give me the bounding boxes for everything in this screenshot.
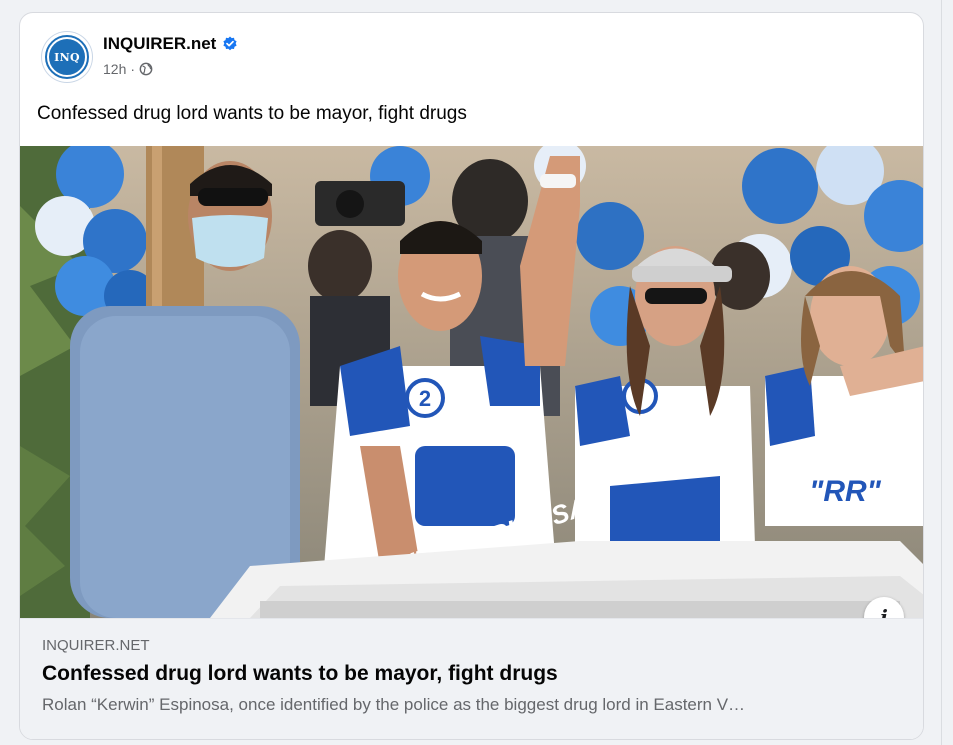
jersey-number: 2 xyxy=(419,386,431,411)
page-name-row: INQUIRER.net xyxy=(103,34,238,54)
meta-separator: · xyxy=(130,61,136,77)
link-preview[interactable]: INQUIRER.NET Confessed drug lord wants t… xyxy=(20,618,923,739)
page-avatar[interactable]: INQ xyxy=(42,32,92,82)
jersey-text-right: "RR" xyxy=(809,475,882,508)
verified-badge-icon xyxy=(223,36,237,51)
post-message: Confessed drug lord wants to be mayor, f… xyxy=(37,103,467,124)
post-card: INQ INQUIRER.net 12h · Confessed drug lo… xyxy=(19,12,924,740)
link-domain: INQUIRER.NET xyxy=(42,637,150,654)
campaign-photo-illustration: 2 "KERWIN" ESPINOSA "RR" xyxy=(20,146,923,618)
link-description: Rolan “Kerwin” Espinosa, once identified… xyxy=(42,695,746,714)
page-name-link[interactable]: INQUIRER.net xyxy=(103,34,216,54)
post-header: INQ INQUIRER.net 12h · xyxy=(20,13,923,89)
scrollbar-track[interactable] xyxy=(941,0,953,745)
avatar-logo-text: INQ xyxy=(47,37,87,77)
link-title[interactable]: Confessed drug lord wants to be mayor, f… xyxy=(42,662,558,686)
globe-icon[interactable] xyxy=(139,62,153,76)
post-timestamp[interactable]: 12h xyxy=(103,61,126,77)
post-meta: 12h · xyxy=(103,61,153,77)
post-photo[interactable]: 2 "KERWIN" ESPINOSA "RR" xyxy=(20,146,923,618)
